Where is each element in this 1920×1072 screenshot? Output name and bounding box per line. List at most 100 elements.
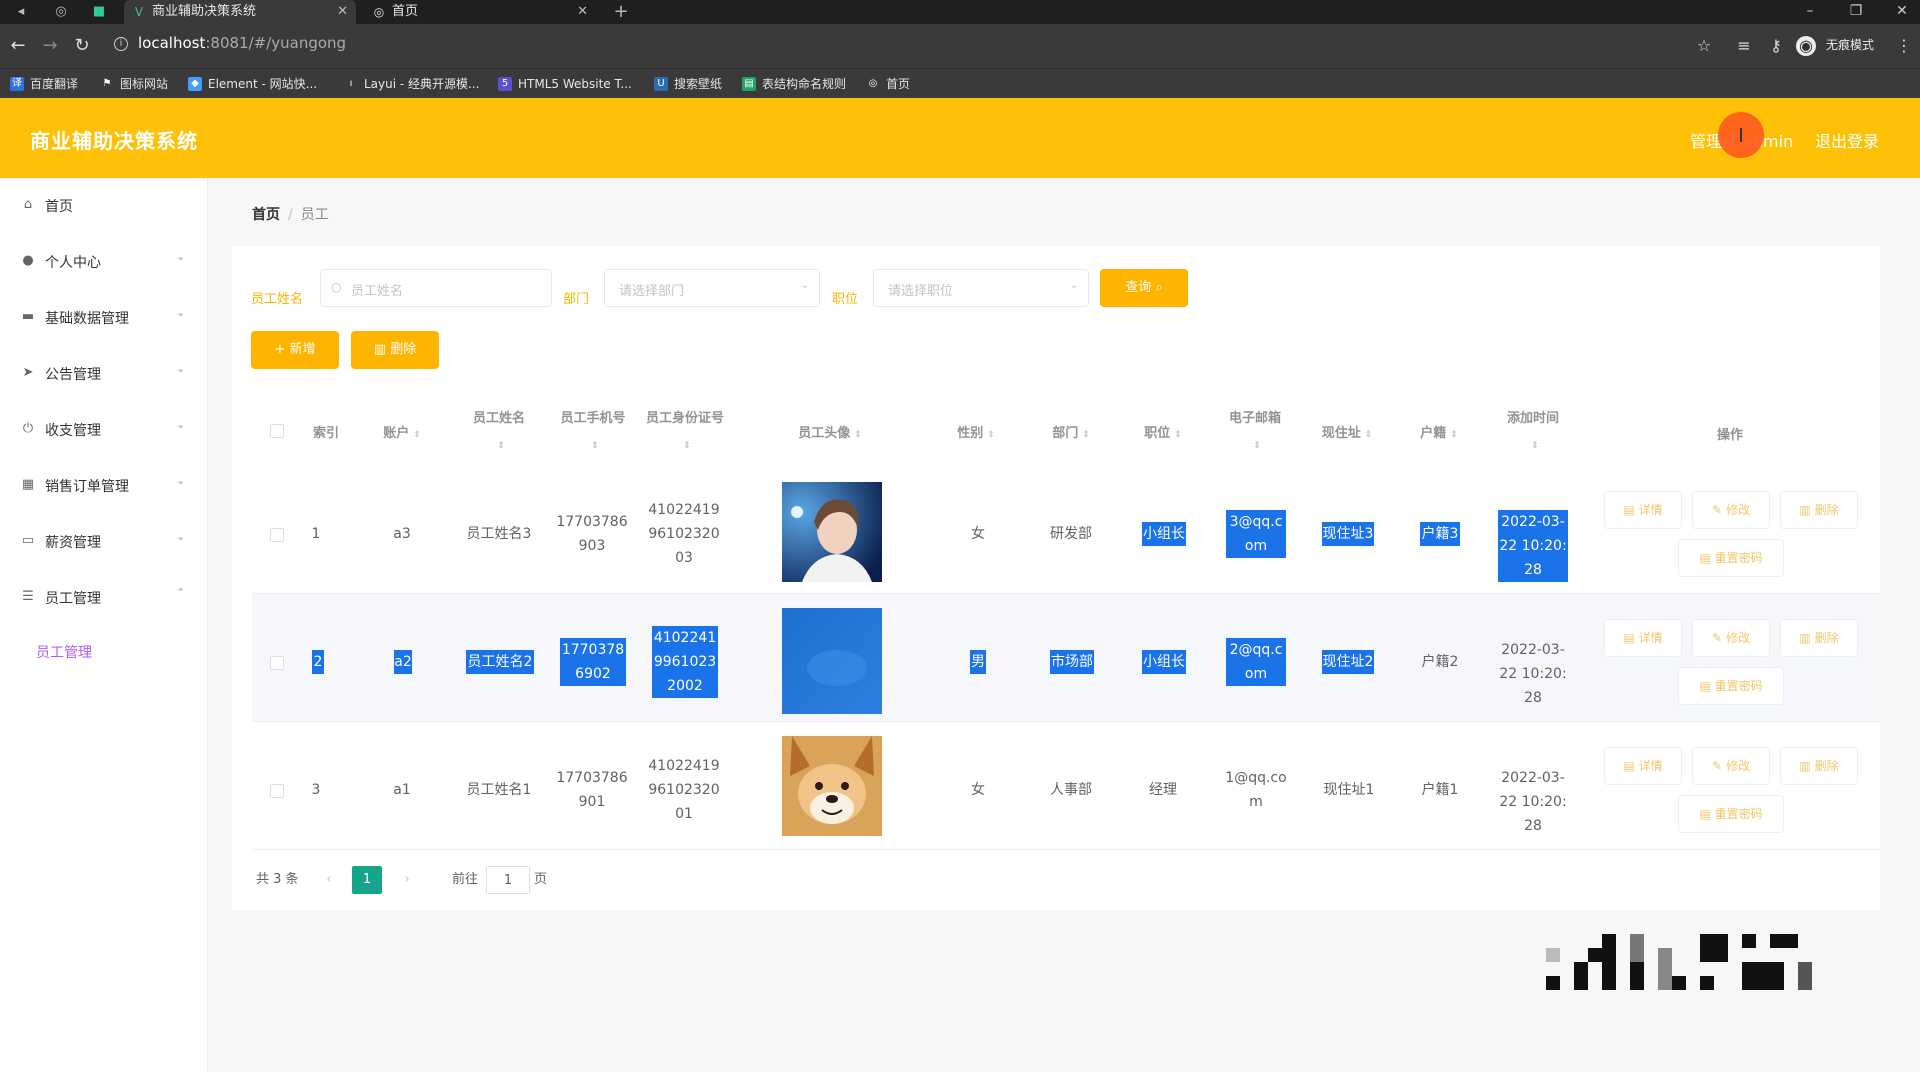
pencil-icon: ✎	[1712, 759, 1723, 773]
bookmark-item[interactable]: U 搜索壁纸	[654, 69, 722, 99]
edit-button[interactable]: ✎ 修改	[1692, 491, 1770, 529]
blue-image	[782, 608, 882, 714]
edit-button[interactable]: ✎ 修改	[1692, 747, 1770, 785]
logout-link[interactable]: 退出登录	[1815, 128, 1879, 152]
name-search-input[interactable]: ○ 员工姓名	[320, 269, 552, 307]
breadcrumb-home[interactable]: 首页	[252, 207, 280, 223]
select-all-checkbox[interactable]	[270, 424, 284, 438]
url-field[interactable]: localhost:8081/#/yuangong	[138, 34, 346, 52]
cell-hukou: 户籍3	[1420, 522, 1460, 546]
th-avatar[interactable]: 员工头像 ⇕	[770, 422, 890, 441]
globe-icon[interactable]: ◎	[52, 3, 70, 21]
th-gender[interactable]: 性别 ⇕	[936, 422, 1016, 441]
url-host: localhost	[138, 34, 206, 52]
forward-icon[interactable]: →	[40, 36, 60, 56]
next-page-icon[interactable]: ›	[392, 866, 422, 894]
th-dept[interactable]: 部门 ⇕	[1028, 422, 1114, 441]
th-idcard[interactable]: 员工身份证号⇕	[644, 406, 726, 459]
delete-button[interactable]: ▥ 删除	[1780, 747, 1858, 785]
tab-title: 商业辅助决策系统	[152, 4, 257, 19]
bookmark-item[interactable]: ▤ 表结构命名规则	[742, 69, 846, 99]
search-button[interactable]: 查询 ⌕	[1100, 269, 1188, 307]
globe-icon: ◎	[868, 78, 878, 89]
back-icon[interactable]: ←	[8, 36, 28, 56]
th-added[interactable]: 添加时间 ⇕	[1488, 406, 1578, 459]
sort-icon: ⇕	[1253, 441, 1261, 451]
page-number-active[interactable]: 1	[352, 866, 382, 894]
sidebar-item-salary[interactable]: ▭ 薪资管理 ⌄	[0, 514, 208, 570]
doc-icon: ▤	[1623, 631, 1635, 645]
tab-close-icon[interactable]: ✕	[577, 0, 588, 24]
sidebar-item-home[interactable]: ⌂ 首页	[0, 178, 208, 234]
cell-position: 小组长	[1142, 522, 1186, 546]
th-account[interactable]: 账户 ⇕	[362, 422, 442, 441]
dept-select[interactable]: 请选择部门 ⌄	[604, 269, 820, 307]
th-hukou[interactable]: 户籍 ⇕	[1396, 422, 1482, 441]
new-tab-icon[interactable]: +	[612, 3, 630, 21]
th-position[interactable]: 职位 ⇕	[1120, 422, 1206, 441]
position-select[interactable]: 请选择职位 ⌄	[873, 269, 1089, 307]
th-name[interactable]: 员工姓名 ⇕	[456, 406, 542, 459]
tab-menu-icon[interactable]: ◂	[12, 3, 30, 21]
goto-page-input[interactable]: 1	[486, 866, 530, 894]
sidebar-item-orders[interactable]: ▦ 销售订单管理 ⌄	[0, 458, 208, 514]
pencil-icon: ✎	[1712, 631, 1723, 645]
bookmark-item[interactable]: 译百度翻译	[10, 69, 78, 99]
cell-index: 2	[312, 650, 324, 674]
tab-home[interactable]: ◎ 首页 ✕	[364, 0, 596, 24]
sidebar-item-profile[interactable]: ● 个人中心 ⌄	[0, 234, 208, 290]
delete-button[interactable]: ▥ 删除	[1780, 619, 1858, 657]
reading-list-icon[interactable]: ≡	[1734, 36, 1754, 56]
cell-name: 员工姓名1	[466, 782, 532, 798]
sidebar-item-finance[interactable]: ⏻ 收支管理 ⌄	[0, 402, 208, 458]
site-info-icon[interactable]: i	[114, 37, 128, 51]
cell-index: 3	[311, 782, 321, 798]
bookmark-item[interactable]: 5 HTML5 Website T...	[498, 69, 632, 99]
th-phone[interactable]: 员工手机号 ⇕	[550, 406, 636, 459]
row-checkbox[interactable]	[270, 784, 284, 798]
cell-name: 员工姓名3	[466, 526, 532, 542]
th-email[interactable]: 电子邮箱 ⇕	[1212, 406, 1298, 459]
star-icon[interactable]: ☆	[1694, 36, 1714, 56]
bookmark-item[interactable]: ◆ Element - 网站快...	[188, 69, 317, 99]
minimize-icon[interactable]: –	[1790, 0, 1830, 24]
key-icon[interactable]: ⚷	[1766, 36, 1786, 56]
batch-delete-button[interactable]: ▥ 删除	[351, 331, 439, 369]
detail-button[interactable]: ▤ 详情	[1604, 747, 1682, 785]
edit-button[interactable]: ✎ 修改	[1692, 619, 1770, 657]
restore-icon[interactable]: ❐	[1836, 0, 1876, 24]
th-address[interactable]: 现住址 ⇕	[1302, 422, 1392, 441]
add-button[interactable]: + 新增	[251, 331, 339, 369]
employee-avatar[interactable]	[782, 482, 882, 582]
close-window-icon[interactable]: ✕	[1882, 0, 1920, 24]
sidebar-item-basic-data[interactable]: ▬ 基础数据管理 ⌄	[0, 290, 208, 346]
reload-icon[interactable]: ↻	[72, 36, 92, 56]
incognito-icon[interactable]: ◉	[1796, 36, 1816, 56]
bookmark-item[interactable]: ⚑ 图标网站	[100, 69, 169, 99]
app-favicon-icon[interactable]: ■	[90, 3, 108, 21]
reset-password-button[interactable]: ▤ 重置密码	[1678, 539, 1784, 577]
reset-password-button[interactable]: ▤ 重置密码	[1678, 795, 1784, 833]
trash-icon: ▥	[1799, 631, 1811, 645]
tab-active[interactable]: V 商业辅助决策系统 ✕	[124, 0, 356, 24]
bookmark-item[interactable]: ◎ 首页	[866, 69, 910, 99]
employee-avatar[interactable]	[782, 736, 882, 836]
user-icon: ●	[22, 253, 34, 268]
detail-button[interactable]: ▤ 详情	[1604, 491, 1682, 529]
row-checkbox[interactable]	[270, 528, 284, 542]
detail-button[interactable]: ▤ 详情	[1604, 619, 1682, 657]
submenu-item-employee-manage[interactable]: 员工管理	[36, 642, 92, 662]
flag-icon: ⚑	[102, 78, 112, 89]
sidebar-item-employees[interactable]: ☰ 员工管理 ⌃	[0, 570, 208, 626]
more-menu-icon[interactable]: ⋮	[1894, 36, 1914, 56]
cell-dept: 研发部	[1050, 526, 1092, 542]
sidebar-item-notice[interactable]: ➤ 公告管理 ⌄	[0, 346, 208, 402]
employee-avatar[interactable]	[782, 608, 882, 714]
prev-page-icon[interactable]: ‹	[314, 866, 344, 894]
row-checkbox[interactable]	[270, 656, 284, 670]
bookmark-item[interactable]: ı Layui - 经典开源模...	[344, 69, 480, 99]
reset-password-button[interactable]: ▤ 重置密码	[1678, 667, 1784, 705]
tab-close-icon[interactable]: ✕	[337, 0, 348, 24]
cell-hukou: 户籍2	[1421, 654, 1459, 670]
delete-button[interactable]: ▥ 删除	[1780, 491, 1858, 529]
